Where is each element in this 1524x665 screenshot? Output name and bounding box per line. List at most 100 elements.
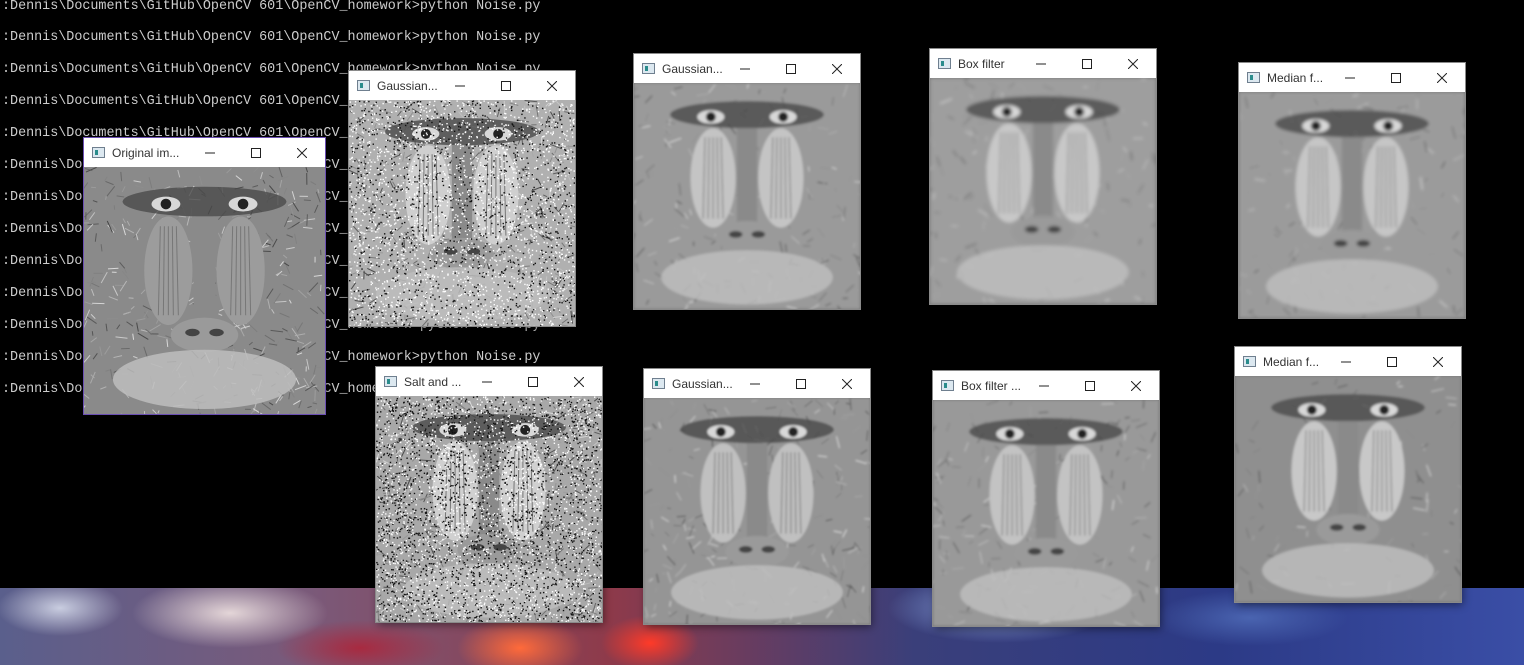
maximize-button[interactable]	[483, 71, 529, 100]
maximize-icon	[786, 63, 796, 74]
minimize-button[interactable]	[1018, 49, 1064, 78]
close-icon	[1433, 356, 1443, 367]
maximize-icon	[1387, 356, 1397, 367]
minimize-button[interactable]	[1327, 63, 1373, 92]
window-titlebar[interactable]: Gaussian...	[349, 71, 575, 100]
mandrill-image	[376, 396, 602, 622]
close-icon	[574, 376, 584, 387]
window-gaussian-filter-2[interactable]: Gaussian...	[644, 369, 870, 624]
app-icon	[1243, 356, 1256, 367]
close-button[interactable]	[1419, 63, 1465, 92]
mandrill-image	[634, 83, 860, 309]
window-title: Gaussian...	[377, 78, 437, 93]
minimize-icon	[740, 68, 750, 69]
minimize-icon	[455, 85, 465, 86]
app-icon	[92, 147, 105, 158]
minimize-button[interactable]	[437, 71, 483, 100]
window-titlebar[interactable]: Original im...	[84, 138, 325, 167]
maximize-icon	[1082, 58, 1092, 69]
mandrill-image	[349, 100, 575, 326]
window-title: Salt and ...	[404, 374, 462, 389]
maximize-icon	[528, 376, 538, 387]
minimize-button[interactable]	[187, 138, 233, 167]
minimize-icon	[1341, 361, 1351, 362]
close-icon	[547, 80, 557, 91]
window-gaussian-filter-1[interactable]: Gaussian...	[634, 54, 860, 309]
maximize-icon	[1085, 380, 1095, 391]
terminal-line: :Dennis\Documents\GitHub\OpenCV 601\Open…	[2, 0, 541, 14]
app-icon	[384, 376, 397, 387]
app-icon	[652, 378, 665, 389]
maximize-icon	[1391, 72, 1401, 83]
maximize-button[interactable]	[1067, 371, 1113, 400]
image-display	[1235, 376, 1461, 602]
mandrill-image	[1239, 92, 1465, 318]
maximize-button[interactable]	[233, 138, 279, 167]
window-title: Gaussian...	[672, 376, 732, 391]
mandrill-image	[84, 167, 325, 414]
window-titlebar[interactable]: Gaussian...	[634, 54, 860, 83]
window-title: Median f...	[1267, 70, 1324, 85]
minimize-button[interactable]	[1021, 371, 1067, 400]
maximize-button[interactable]	[768, 54, 814, 83]
image-display	[933, 400, 1159, 626]
window-title: Median f...	[1263, 354, 1320, 369]
image-display	[930, 78, 1156, 304]
window-title: Gaussian...	[662, 61, 722, 76]
minimize-icon	[482, 381, 492, 382]
window-median-filter-2[interactable]: Median f...	[1235, 347, 1461, 602]
image-display	[644, 398, 870, 624]
close-button[interactable]	[1415, 347, 1461, 376]
app-icon	[938, 58, 951, 69]
app-icon	[1247, 72, 1260, 83]
close-icon	[842, 378, 852, 389]
mandrill-image	[644, 398, 870, 624]
mandrill-image	[933, 400, 1159, 626]
app-icon	[642, 63, 655, 74]
maximize-icon	[501, 80, 511, 91]
minimize-button[interactable]	[464, 367, 510, 396]
maximize-button[interactable]	[778, 369, 824, 398]
image-display	[376, 396, 602, 622]
maximize-button[interactable]	[510, 367, 556, 396]
minimize-button[interactable]	[722, 54, 768, 83]
close-button[interactable]	[529, 71, 575, 100]
close-button[interactable]	[1113, 371, 1159, 400]
minimize-icon	[1036, 63, 1046, 64]
window-title: Original im...	[112, 145, 180, 160]
maximize-icon	[251, 147, 261, 158]
window-box-filter-1[interactable]: Box filter	[930, 49, 1156, 304]
mandrill-image	[930, 78, 1156, 304]
close-icon	[1437, 72, 1447, 83]
maximize-button[interactable]	[1064, 49, 1110, 78]
close-button[interactable]	[824, 369, 870, 398]
window-gaussian-noise[interactable]: Gaussian...	[349, 71, 575, 326]
window-median-filter-1[interactable]: Median f...	[1239, 63, 1465, 318]
window-salt-pepper[interactable]: Salt and ...	[376, 367, 602, 622]
image-display	[634, 83, 860, 309]
window-original[interactable]: Original im...	[84, 138, 325, 414]
close-icon	[1131, 380, 1141, 391]
close-button[interactable]	[279, 138, 325, 167]
minimize-icon	[750, 383, 760, 384]
window-box-filter-2[interactable]: Box filter ...	[933, 371, 1159, 626]
close-icon	[297, 147, 307, 158]
window-titlebar[interactable]: Gaussian...	[644, 369, 870, 398]
window-titlebar[interactable]: Box filter ...	[933, 371, 1159, 400]
image-display	[1239, 92, 1465, 318]
terminal-line: :Dennis\Documents\GitHub\OpenCV 601\Open…	[2, 30, 541, 45]
mandrill-image	[1235, 376, 1461, 602]
close-button[interactable]	[814, 54, 860, 83]
close-icon	[832, 63, 842, 74]
window-titlebar[interactable]: Salt and ...	[376, 367, 602, 396]
close-button[interactable]	[556, 367, 602, 396]
maximize-button[interactable]	[1369, 347, 1415, 376]
window-titlebar[interactable]: Median f...	[1235, 347, 1461, 376]
maximize-button[interactable]	[1373, 63, 1419, 92]
minimize-button[interactable]	[1323, 347, 1369, 376]
window-titlebar[interactable]: Median f...	[1239, 63, 1465, 92]
window-titlebar[interactable]: Box filter	[930, 49, 1156, 78]
close-icon	[1128, 58, 1138, 69]
close-button[interactable]	[1110, 49, 1156, 78]
minimize-button[interactable]	[732, 369, 778, 398]
